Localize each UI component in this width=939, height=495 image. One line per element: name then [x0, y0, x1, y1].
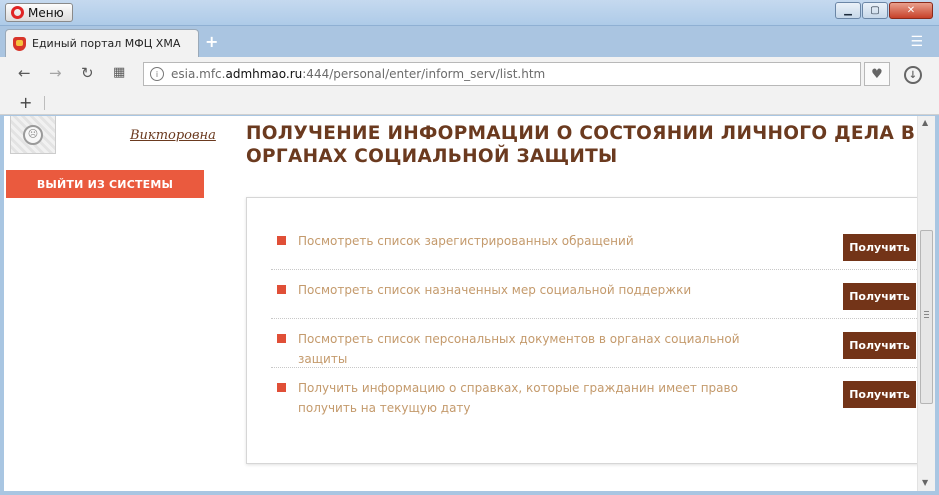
service-row: Посмотреть список зарегистрированных обр… — [271, 231, 921, 270]
opera-logo-icon — [11, 6, 24, 19]
avatar-placeholder-icon: ☹ — [23, 124, 43, 145]
tab-strip: Единый портал МФЦ ХМА + ☰ — [0, 26, 939, 57]
bookmarks-bar: + — [0, 91, 939, 115]
tab-title: Единый портал МФЦ ХМА — [32, 37, 181, 50]
maximize-button[interactable]: ▢ — [862, 2, 888, 19]
window-controls: ▁ ▢ ✕ — [835, 2, 933, 19]
window-title-bar: Меню ▁ ▢ ✕ — [0, 0, 939, 26]
scroll-thumb[interactable] — [920, 230, 933, 404]
address-toolbar: ← → ↻ ▦ i esia.mfc.admhmao.ru:444/person… — [0, 57, 939, 91]
bookmark-heart-icon[interactable]: ♥ — [864, 62, 890, 86]
get-button[interactable]: Получить — [843, 234, 916, 261]
site-info-icon[interactable]: i — [150, 67, 164, 81]
mfc-favicon-icon — [13, 36, 26, 51]
avatar: ☹ — [10, 116, 56, 154]
service-link[interactable]: Посмотреть список назначенных мер социал… — [298, 280, 768, 300]
menu-label: Меню — [28, 5, 64, 20]
reload-icon[interactable]: ↻ — [81, 64, 94, 82]
close-button[interactable]: ✕ — [889, 2, 933, 19]
bullet-square-icon — [277, 334, 286, 343]
bullet-square-icon — [277, 285, 286, 294]
bullet-square-icon — [277, 383, 286, 392]
logout-button[interactable]: ВЫЙТИ ИЗ СИСТЕМЫ — [6, 170, 204, 198]
page-title: ПОЛУЧЕНИЕ ИНФОРМАЦИИ О СОСТОЯНИИ ЛИЧНОГО… — [246, 123, 916, 167]
minimize-button[interactable]: ▁ — [835, 2, 861, 19]
tab-mfc-portal[interactable]: Единый портал МФЦ ХМА — [5, 29, 199, 57]
services-panel: Посмотреть список зарегистрированных обр… — [246, 197, 926, 464]
service-row: Получить информацию о справках, которые … — [271, 378, 921, 423]
scroll-down-icon[interactable]: ▼ — [922, 478, 928, 487]
forward-icon[interactable]: → — [49, 64, 62, 82]
url-text: esia.mfc.admhmao.ru:444/personal/enter/i… — [171, 67, 546, 81]
service-link[interactable]: Посмотреть список зарегистрированных обр… — [298, 231, 768, 251]
scroll-grip-icon — [924, 311, 929, 320]
add-bookmark-button[interactable]: + — [19, 93, 32, 112]
user-name-link[interactable]: Викторовна — [130, 128, 216, 143]
speed-dial-icon[interactable]: ▦ — [113, 65, 125, 80]
tab-menu-icon[interactable]: ☰ — [910, 34, 923, 50]
bookmarks-separator — [44, 96, 45, 110]
page-viewport: ☹ Викторовна ВЫЙТИ ИЗ СИСТЕМЫ ПОЛУЧЕНИЕ … — [4, 116, 935, 491]
service-link[interactable]: Посмотреть список персональных документо… — [298, 329, 768, 369]
address-bar[interactable]: i esia.mfc.admhmao.ru:444/personal/enter… — [143, 62, 861, 86]
get-button[interactable]: Получить — [843, 283, 916, 310]
service-link[interactable]: Получить информацию о справках, которые … — [298, 378, 768, 418]
back-icon[interactable]: ← — [18, 64, 31, 82]
service-row: Посмотреть список персональных документо… — [271, 329, 921, 368]
opera-menu-button[interactable]: Меню — [5, 3, 73, 22]
download-icon[interactable]: ↓ — [904, 66, 922, 84]
get-button[interactable]: Получить — [843, 332, 916, 359]
bullet-square-icon — [277, 236, 286, 245]
service-row: Посмотреть список назначенных мер социал… — [271, 280, 921, 319]
vertical-scrollbar[interactable]: ▲ ▼ — [917, 116, 935, 491]
window-bottom-border — [0, 491, 939, 495]
scroll-up-icon[interactable]: ▲ — [922, 118, 928, 127]
get-button[interactable]: Получить — [843, 381, 916, 408]
new-tab-button[interactable]: + — [205, 32, 218, 51]
